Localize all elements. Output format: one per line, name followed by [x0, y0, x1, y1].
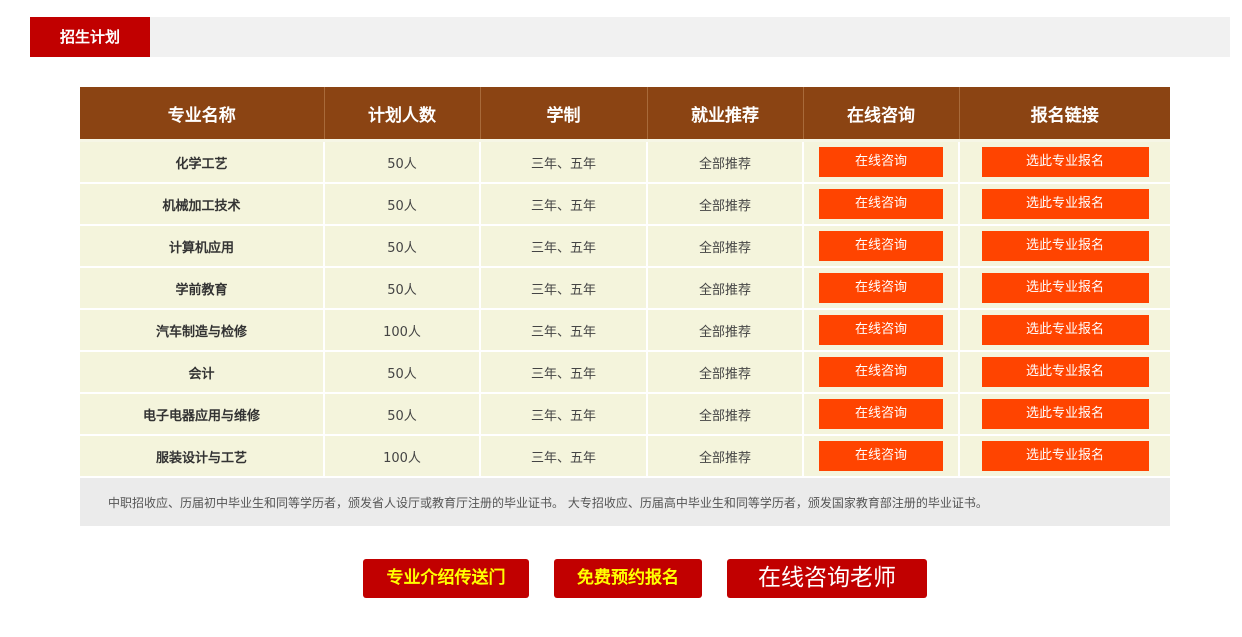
header-quota: 计划人数	[324, 87, 481, 142]
major-name: 电子电器应用与维修	[80, 393, 325, 436]
cta-bar: 专业介绍传送门 免费预约报名 在线咨询老师	[0, 559, 1242, 599]
duration-cell: 三年、五年	[480, 393, 648, 436]
header-employment: 就业推荐	[647, 87, 804, 142]
consult-cell: 在线咨询	[803, 225, 960, 268]
employment-cell: 全部推荐	[647, 309, 804, 352]
employment-cell: 全部推荐	[647, 183, 804, 226]
table-row: 服装设计与工艺 100人 三年、五年 全部推荐 在线咨询 选此专业报名	[80, 435, 1170, 478]
table-row: 学前教育 50人 三年、五年 全部推荐 在线咨询 选此专业报名	[80, 267, 1170, 310]
consult-cell: 在线咨询	[803, 309, 960, 352]
signup-cell: 选此专业报名	[959, 225, 1170, 268]
consult-cell: 在线咨询	[803, 267, 960, 310]
table-row: 电子电器应用与维修 50人 三年、五年 全部推荐 在线咨询 选此专业报名	[80, 393, 1170, 436]
consult-button[interactable]: 在线咨询	[819, 357, 943, 387]
table-row: 汽车制造与检修 100人 三年、五年 全部推荐 在线咨询 选此专业报名	[80, 309, 1170, 352]
consult-button[interactable]: 在线咨询	[819, 273, 943, 303]
duration-cell: 三年、五年	[480, 183, 648, 226]
major-name: 汽车制造与检修	[80, 309, 325, 352]
consult-button[interactable]: 在线咨询	[819, 441, 943, 471]
consult-button[interactable]: 在线咨询	[819, 147, 943, 177]
quota-cell: 100人	[324, 435, 481, 478]
quota-cell: 50人	[324, 183, 481, 226]
signup-button[interactable]: 选此专业报名	[981, 273, 1149, 303]
table-row: 会计 50人 三年、五年 全部推荐 在线咨询 选此专业报名	[80, 351, 1170, 394]
major-name: 服装设计与工艺	[80, 435, 325, 478]
employment-cell: 全部推荐	[647, 393, 804, 436]
header-consult: 在线咨询	[803, 87, 960, 142]
table-row: 计算机应用 50人 三年、五年 全部推荐 在线咨询 选此专业报名	[80, 225, 1170, 268]
signup-button[interactable]: 选此专业报名	[981, 189, 1149, 219]
signup-cell: 选此专业报名	[959, 393, 1170, 436]
quota-cell: 100人	[324, 309, 481, 352]
consult-cell: 在线咨询	[803, 183, 960, 226]
duration-cell: 三年、五年	[480, 435, 648, 478]
consult-button[interactable]: 在线咨询	[819, 399, 943, 429]
signup-cell: 选此专业报名	[959, 183, 1170, 226]
enrollment-note: 中职招收应、历届初中毕业生和同等学历者，颁发省人设厅或教育厅注册的毕业证书。 大…	[80, 477, 1170, 526]
consult-cell: 在线咨询	[803, 393, 960, 436]
signup-button[interactable]: 选此专业报名	[981, 441, 1149, 471]
quota-cell: 50人	[324, 225, 481, 268]
duration-cell: 三年、五年	[480, 267, 648, 310]
employment-cell: 全部推荐	[647, 435, 804, 478]
enrollment-plan-table: 专业名称 计划人数 学制 就业推荐 在线咨询 报名链接 化学工艺 50人 三年、…	[80, 87, 1170, 526]
consult-button[interactable]: 在线咨询	[819, 189, 943, 219]
signup-cell: 选此专业报名	[959, 435, 1170, 478]
table-header-row: 专业名称 计划人数 学制 就业推荐 在线咨询 报名链接	[80, 87, 1170, 142]
header-major: 专业名称	[80, 87, 325, 142]
duration-cell: 三年、五年	[480, 140, 648, 184]
signup-cell: 选此专业报名	[959, 309, 1170, 352]
consult-cell: 在线咨询	[803, 351, 960, 394]
quota-cell: 50人	[324, 140, 481, 184]
major-name: 学前教育	[80, 267, 325, 310]
major-name: 会计	[80, 351, 325, 394]
employment-cell: 全部推荐	[647, 140, 804, 184]
major-name: 机械加工技术	[80, 183, 325, 226]
quota-cell: 50人	[324, 351, 481, 394]
consult-cell: 在线咨询	[803, 140, 960, 184]
signup-button[interactable]: 选此专业报名	[981, 147, 1149, 177]
signup-button[interactable]: 选此专业报名	[981, 399, 1149, 429]
consult-button[interactable]: 在线咨询	[819, 231, 943, 261]
section-tab[interactable]: 招生计划	[30, 17, 150, 57]
major-name: 化学工艺	[80, 140, 325, 184]
quota-cell: 50人	[324, 393, 481, 436]
table-row: 机械加工技术 50人 三年、五年 全部推荐 在线咨询 选此专业报名	[80, 183, 1170, 226]
header-duration: 学制	[480, 87, 648, 142]
consult-button[interactable]: 在线咨询	[819, 315, 943, 345]
table-row: 化学工艺 50人 三年、五年 全部推荐 在线咨询 选此专业报名	[80, 140, 1170, 184]
signup-cell: 选此专业报名	[959, 140, 1170, 184]
employment-cell: 全部推荐	[647, 351, 804, 394]
section-header: 招生计划	[30, 17, 1230, 57]
quota-cell: 50人	[324, 267, 481, 310]
consult-cell: 在线咨询	[803, 435, 960, 478]
signup-cell: 选此专业报名	[959, 267, 1170, 310]
employment-cell: 全部推荐	[647, 267, 804, 310]
major-name: 计算机应用	[80, 225, 325, 268]
consult-teacher-button[interactable]: 在线咨询老师	[727, 559, 927, 598]
header-signup: 报名链接	[959, 87, 1170, 142]
note-row: 中职招收应、历届初中毕业生和同等学历者，颁发省人设厅或教育厅注册的毕业证书。 大…	[80, 477, 1170, 526]
major-intro-button[interactable]: 专业介绍传送门	[363, 559, 529, 598]
duration-cell: 三年、五年	[480, 309, 648, 352]
employment-cell: 全部推荐	[647, 225, 804, 268]
duration-cell: 三年、五年	[480, 351, 648, 394]
duration-cell: 三年、五年	[480, 225, 648, 268]
signup-button[interactable]: 选此专业报名	[981, 315, 1149, 345]
free-reserve-button[interactable]: 免费预约报名	[554, 559, 702, 598]
signup-cell: 选此专业报名	[959, 351, 1170, 394]
signup-button[interactable]: 选此专业报名	[981, 231, 1149, 261]
signup-button[interactable]: 选此专业报名	[981, 357, 1149, 387]
